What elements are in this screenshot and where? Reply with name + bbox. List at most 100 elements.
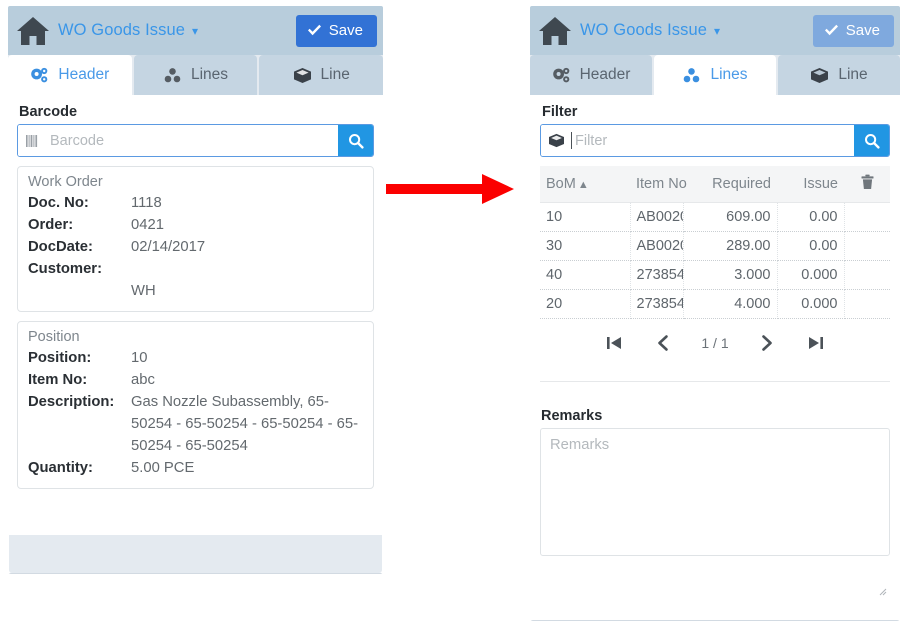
work-order-row: Doc. No: 1118 xyxy=(28,192,363,214)
table-row[interactable]: 10 AB0020000 609.00 0.00 xyxy=(540,202,890,232)
cell-bom: 10 xyxy=(540,202,631,232)
text-caret xyxy=(571,132,572,149)
cell-delete[interactable] xyxy=(844,260,890,290)
column-label: Issue xyxy=(803,176,838,192)
left-panel-screenshot: WO Goods Issue ▾ Save Header Lines Line … xyxy=(8,6,384,574)
app-title: WO Goods Issue xyxy=(580,21,708,39)
table-head: BoM ▲ Item No Required Issue xyxy=(540,166,890,203)
tab-header-label: Header xyxy=(579,66,631,83)
chevron-down-icon[interactable]: ▾ xyxy=(714,25,720,37)
panel-footer xyxy=(9,535,382,573)
barcode-icon xyxy=(18,125,48,156)
right-panel-screenshot: WO Goods Issue ▾ Save Header Lines Line … xyxy=(530,6,900,621)
filter-input-group xyxy=(540,124,890,157)
resize-handle-icon[interactable] xyxy=(879,588,887,596)
box-icon xyxy=(541,125,571,156)
table-row[interactable]: 30 AB0020001 289.00 0.00 xyxy=(540,231,890,261)
position-row: Quantity: 5.00 PCE xyxy=(28,457,363,479)
work-order-row: WH xyxy=(28,280,363,302)
tab-lines-label: Lines xyxy=(190,66,229,83)
cell-item-no: 2738546 xyxy=(630,289,684,319)
home-icon[interactable] xyxy=(538,16,572,46)
step-backward-icon xyxy=(607,337,621,349)
field-value: abc xyxy=(131,372,155,388)
cell-item-no: AB0020000 xyxy=(630,202,684,232)
column-header-required[interactable]: Required xyxy=(683,166,777,203)
filter-search-button[interactable] xyxy=(854,125,889,156)
field-key: Description: xyxy=(28,394,115,410)
pagination-next-button[interactable] xyxy=(756,332,778,354)
field-value: 5.00 PCE xyxy=(131,460,195,476)
save-button-label: Save xyxy=(328,21,363,39)
cell-issue[interactable]: 0.00 xyxy=(777,231,845,261)
cell-issue[interactable]: 0.000 xyxy=(777,260,845,290)
column-header-delete[interactable] xyxy=(844,166,890,203)
search-icon xyxy=(864,133,880,149)
barcode-label: Barcode xyxy=(19,104,78,120)
column-header-bom[interactable]: BoM ▲ xyxy=(540,166,630,203)
cell-item-no: 2738546 xyxy=(630,260,684,290)
cell-issue[interactable]: 0.00 xyxy=(777,202,845,232)
position-card-title: Position xyxy=(28,329,80,345)
column-header-item-no[interactable]: Item No xyxy=(630,166,687,203)
work-order-card: Work Order Doc. No: 1118 Order: 0421 Doc… xyxy=(17,166,374,312)
tab-header[interactable]: Header xyxy=(530,55,652,95)
work-order-row: Order: 0421 xyxy=(28,214,363,236)
section-divider xyxy=(540,381,890,382)
field-value: 02/14/2017 xyxy=(131,239,206,255)
remarks-label: Remarks xyxy=(541,408,603,424)
remarks-textarea[interactable] xyxy=(540,428,890,556)
save-button-label: Save xyxy=(845,21,880,39)
save-button[interactable]: Save xyxy=(295,14,377,47)
cell-delete[interactable] xyxy=(844,231,890,261)
tab-header[interactable]: Header xyxy=(8,55,132,95)
tab-lines[interactable]: Lines xyxy=(654,55,776,95)
cell-issue[interactable]: 0.000 xyxy=(777,289,845,319)
tab-lines[interactable]: Lines xyxy=(133,55,258,95)
tab-line-label: Line xyxy=(320,66,350,83)
cell-required: 289.00 xyxy=(683,231,778,261)
chevron-right-icon xyxy=(762,335,772,351)
tab-line[interactable]: Line xyxy=(259,55,384,95)
field-key: Position: xyxy=(28,350,92,366)
column-label: Required xyxy=(712,176,771,192)
cell-delete[interactable] xyxy=(844,202,890,232)
cell-item-no: AB0020001 xyxy=(630,231,684,261)
pagination-prev-button[interactable] xyxy=(652,332,674,354)
table-row[interactable]: 20 2738546 4.000 0.000 xyxy=(540,289,890,319)
field-value: 0421 xyxy=(131,217,164,233)
tab-line[interactable]: Line xyxy=(778,55,900,95)
field-key: Order: xyxy=(28,217,74,233)
lines-table: BoM ▲ Item No Required Issue 10 AB002 60… xyxy=(540,166,890,319)
chevron-down-icon[interactable]: ▾ xyxy=(192,25,198,37)
position-row: Position: 10 xyxy=(28,347,363,369)
position-row: Description: Gas Nozzle Subassembly, 65-… xyxy=(28,391,363,457)
barcode-input[interactable] xyxy=(48,125,338,156)
sort-asc-icon: ▲ xyxy=(577,179,589,191)
filter-input[interactable] xyxy=(573,125,854,156)
cubes-icon xyxy=(164,67,181,82)
box-icon xyxy=(293,67,311,83)
field-key: DocDate: xyxy=(28,239,93,255)
barcode-search-button[interactable] xyxy=(338,125,373,156)
flow-arrow xyxy=(386,174,514,204)
tab-bar: Header Lines Line xyxy=(530,55,900,95)
column-header-issue[interactable]: Issue xyxy=(777,166,844,203)
check-icon xyxy=(824,24,838,35)
table-row[interactable]: 40 2738546 3.000 0.000 xyxy=(540,260,890,290)
table-header-row: BoM ▲ Item No Required Issue xyxy=(540,166,890,203)
filter-label: Filter xyxy=(542,104,578,120)
cogs-icon xyxy=(552,67,569,82)
cell-bom: 30 xyxy=(540,231,631,261)
check-icon xyxy=(307,24,321,35)
cell-bom: 20 xyxy=(540,289,631,319)
app-title: WO Goods Issue xyxy=(58,21,186,39)
field-value: Gas Nozzle Subassembly, 65-50254 - 65-50… xyxy=(131,394,359,454)
pagination-first-button[interactable] xyxy=(602,332,626,354)
table-pagination: 1 / 1 xyxy=(540,319,890,365)
home-icon[interactable] xyxy=(16,16,50,46)
cell-delete[interactable] xyxy=(844,289,890,319)
pagination-last-button[interactable] xyxy=(804,332,828,354)
save-button[interactable]: Save xyxy=(812,14,894,47)
lines-tab-content: Filter BoM▲ xyxy=(530,95,900,620)
